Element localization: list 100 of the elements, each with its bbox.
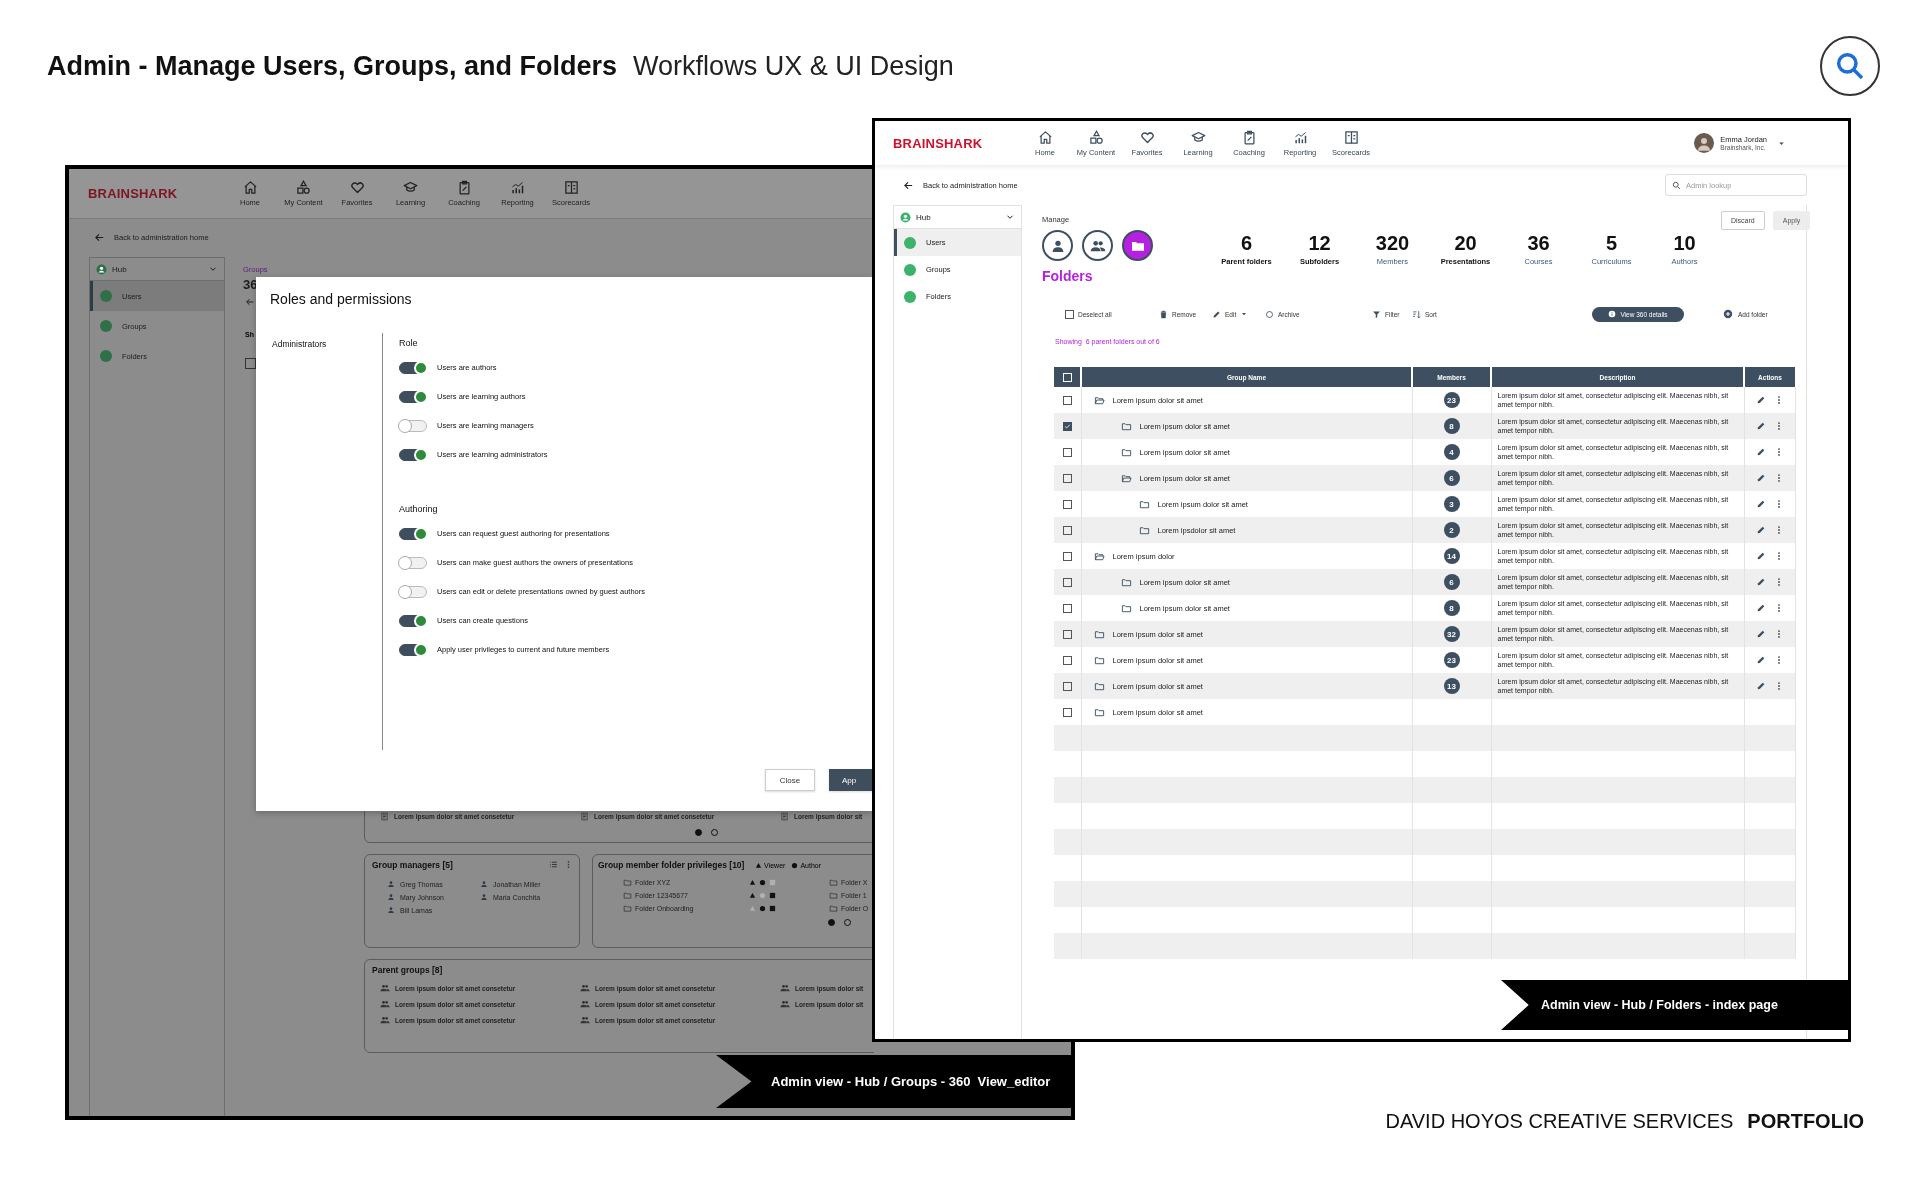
pencil-icon bbox=[1755, 603, 1766, 613]
edit-button[interactable] bbox=[1755, 395, 1766, 405]
filter-icon bbox=[1372, 309, 1381, 319]
stat-value: 10 bbox=[1673, 232, 1696, 255]
page-dot[interactable] bbox=[828, 919, 835, 926]
sort-icon bbox=[1412, 309, 1421, 319]
heart-icon bbox=[349, 180, 365, 195]
circle-icon bbox=[791, 861, 799, 869]
toggle-switch[interactable] bbox=[399, 556, 427, 569]
checkbox[interactable] bbox=[1062, 395, 1072, 405]
home-icon bbox=[1037, 129, 1053, 145]
toggle-switch[interactable] bbox=[399, 614, 427, 627]
member-count: 13 bbox=[1443, 678, 1460, 694]
edit-button[interactable] bbox=[1755, 421, 1766, 431]
checkbox[interactable] bbox=[245, 358, 256, 369]
edit-button[interactable] bbox=[1755, 447, 1766, 457]
pencil-icon bbox=[1755, 525, 1766, 535]
people-icon bbox=[580, 983, 590, 993]
checkbox[interactable] bbox=[1062, 499, 1072, 509]
shapes-icon bbox=[296, 180, 311, 195]
circle-icon bbox=[1265, 309, 1274, 319]
edit-button[interactable] bbox=[1755, 551, 1766, 561]
checkbox[interactable] bbox=[1062, 421, 1072, 431]
search-icon bbox=[1834, 50, 1866, 82]
circle-icon bbox=[904, 263, 916, 276]
people-icon bbox=[780, 983, 790, 993]
stat-value: 320 bbox=[1375, 232, 1410, 255]
add-icon bbox=[1723, 309, 1733, 319]
checkbox[interactable] bbox=[1062, 577, 1072, 587]
edit-button[interactable] bbox=[1755, 603, 1766, 613]
checkbox[interactable] bbox=[1062, 525, 1072, 535]
checkbox[interactable] bbox=[1062, 681, 1072, 691]
pencil-icon bbox=[1755, 655, 1766, 665]
toggle-switch[interactable] bbox=[399, 448, 427, 461]
toggle-switch[interactable] bbox=[399, 361, 427, 374]
people-icon bbox=[780, 999, 790, 1009]
bar-chart-icon bbox=[510, 180, 525, 195]
circle-icon bbox=[904, 236, 916, 249]
toggle-switch[interactable] bbox=[399, 585, 427, 598]
user-mode-button[interactable] bbox=[1042, 230, 1073, 261]
caption-banner: Admin view - Hub / Groups - 360 View_editor bbox=[716, 1055, 1071, 1108]
triangle-icon bbox=[755, 861, 763, 869]
page-dot[interactable] bbox=[695, 829, 702, 836]
toggle-switch[interactable] bbox=[399, 643, 427, 656]
trash-icon bbox=[1159, 309, 1168, 319]
person-icon bbox=[387, 906, 395, 914]
circle-icon bbox=[904, 290, 916, 303]
edit-button[interactable] bbox=[1755, 681, 1766, 691]
brand-logo[interactable]: BRAINSHARK bbox=[875, 135, 1021, 151]
user-icon bbox=[96, 263, 107, 275]
zoom-button[interactable] bbox=[1820, 36, 1880, 96]
member-count: 4 bbox=[1443, 444, 1460, 460]
edit-button[interactable] bbox=[1755, 499, 1766, 509]
document-icon bbox=[580, 812, 589, 821]
checkbox[interactable] bbox=[1062, 447, 1072, 457]
stat-value: 12 bbox=[1308, 232, 1331, 255]
circle-icon bbox=[100, 290, 112, 302]
member-count: 2 bbox=[1443, 522, 1460, 538]
info-icon bbox=[1608, 310, 1617, 318]
pencil-icon bbox=[1755, 499, 1766, 509]
page-subtitle: Workflows UX & UI Design bbox=[633, 50, 954, 82]
member-count: 32 bbox=[1443, 626, 1460, 642]
group-mode-button[interactable] bbox=[1082, 230, 1113, 261]
panel-icon bbox=[563, 180, 579, 195]
back-arrow-icon bbox=[245, 297, 255, 307]
folder-mode-button[interactable] bbox=[1122, 230, 1153, 261]
toggle-switch[interactable] bbox=[399, 419, 427, 432]
checkbox[interactable] bbox=[1062, 629, 1072, 639]
category-label[interactable]: Administrators bbox=[272, 339, 327, 349]
pencil-icon bbox=[1755, 447, 1766, 457]
person-icon bbox=[480, 893, 488, 901]
brand-logo[interactable]: BRAINSHARK bbox=[69, 186, 225, 201]
people-icon bbox=[380, 999, 390, 1009]
edit-button[interactable] bbox=[1755, 577, 1766, 587]
person-icon bbox=[387, 880, 395, 888]
member-count: 6 bbox=[1443, 574, 1460, 590]
member-count: 23 bbox=[1443, 392, 1460, 408]
checkbox[interactable] bbox=[1062, 603, 1072, 613]
edit-button[interactable] bbox=[1755, 655, 1766, 665]
close-button[interactable]: Close bbox=[765, 769, 815, 791]
document-icon bbox=[780, 812, 789, 821]
pencil-icon bbox=[1755, 577, 1766, 587]
stat-value: 36 bbox=[1527, 232, 1550, 255]
toggle-switch[interactable] bbox=[399, 527, 427, 540]
toggle-switch[interactable] bbox=[399, 390, 427, 403]
edit-button[interactable] bbox=[1755, 525, 1766, 535]
checkbox[interactable] bbox=[1062, 473, 1072, 483]
checkbox[interactable] bbox=[1062, 655, 1072, 665]
checkbox[interactable] bbox=[1062, 551, 1072, 561]
stat-value: 20 bbox=[1454, 232, 1477, 255]
bar-chart-icon bbox=[1292, 129, 1308, 145]
edit-button[interactable] bbox=[1755, 629, 1766, 639]
people-icon bbox=[580, 1015, 590, 1025]
checkbox[interactable] bbox=[1062, 707, 1072, 717]
edit-button[interactable] bbox=[1755, 473, 1766, 483]
back-arrow-icon bbox=[94, 232, 105, 243]
select-all-checkbox[interactable] bbox=[1062, 372, 1072, 382]
portfolio-label: PORTFOLIO bbox=[1747, 1110, 1864, 1133]
checkbox[interactable] bbox=[1065, 309, 1074, 319]
apply-button[interactable]: App bbox=[829, 769, 872, 791]
